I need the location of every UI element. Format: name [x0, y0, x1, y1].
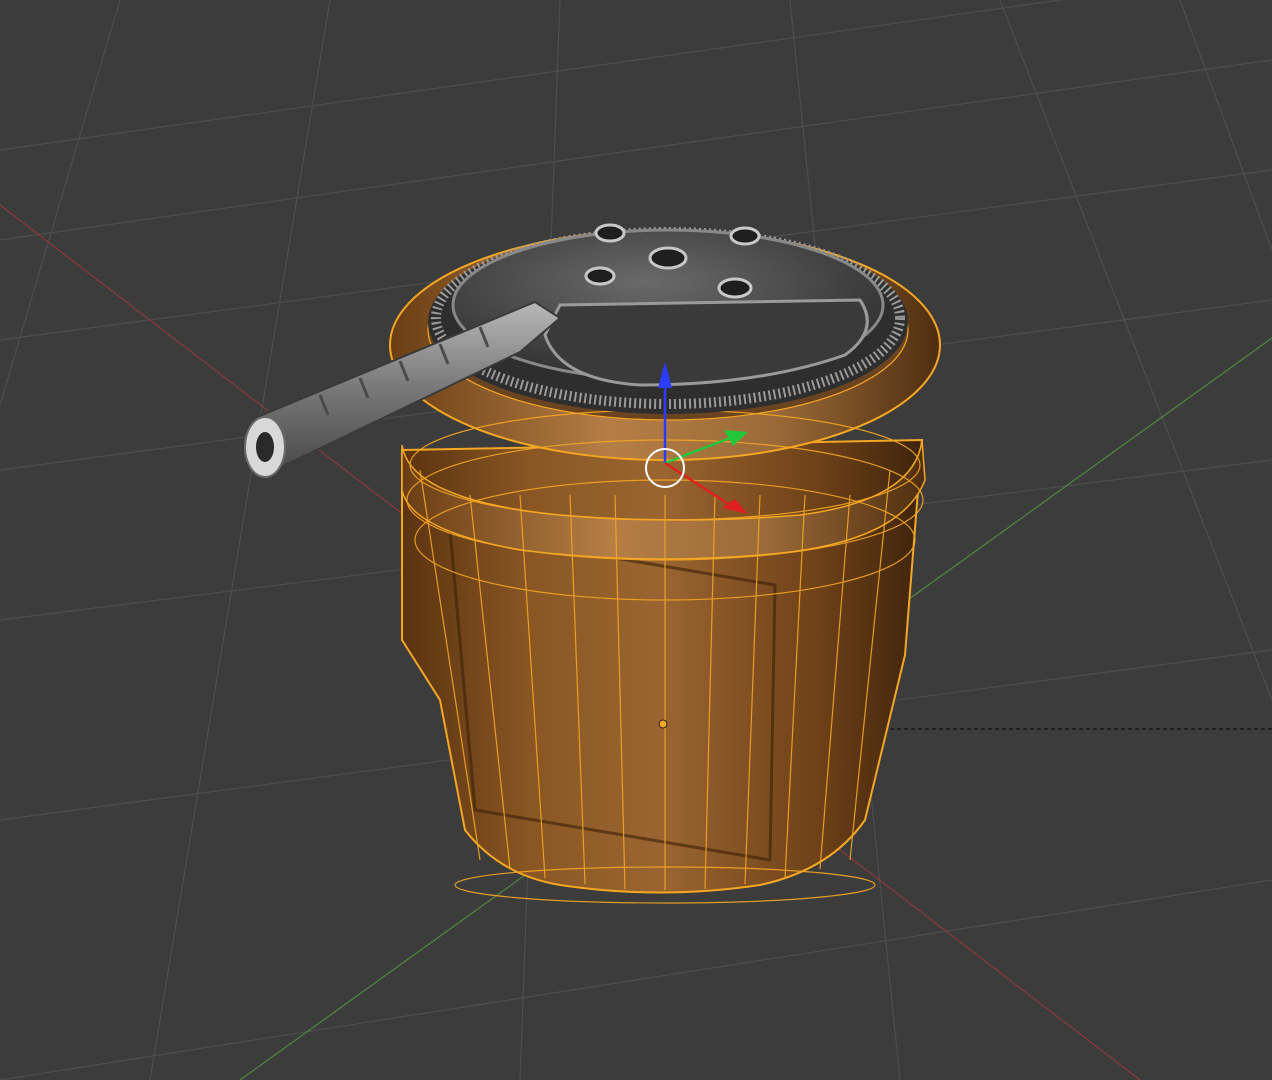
lid-bolt	[594, 223, 626, 243]
grid-line	[149, 0, 331, 1080]
lid-bolt	[729, 226, 761, 246]
grid-line	[1179, 0, 1272, 251]
viewport-canvas[interactable]	[0, 0, 1272, 1080]
grid-line	[0, 879, 1272, 1080]
barrel-object[interactable]	[244, 223, 941, 904]
pipe-end-hole	[256, 432, 274, 462]
object-origin-point[interactable]	[658, 719, 668, 729]
lid-bolt	[584, 266, 616, 286]
3d-viewport[interactable]	[0, 0, 1272, 1080]
grid-line	[0, 0, 121, 408]
grid-line	[0, 0, 1065, 151]
grid-line	[999, 0, 1272, 701]
lid-bolt	[648, 246, 688, 270]
lid-bolt	[717, 277, 753, 299]
grid-line	[0, 59, 1272, 241]
